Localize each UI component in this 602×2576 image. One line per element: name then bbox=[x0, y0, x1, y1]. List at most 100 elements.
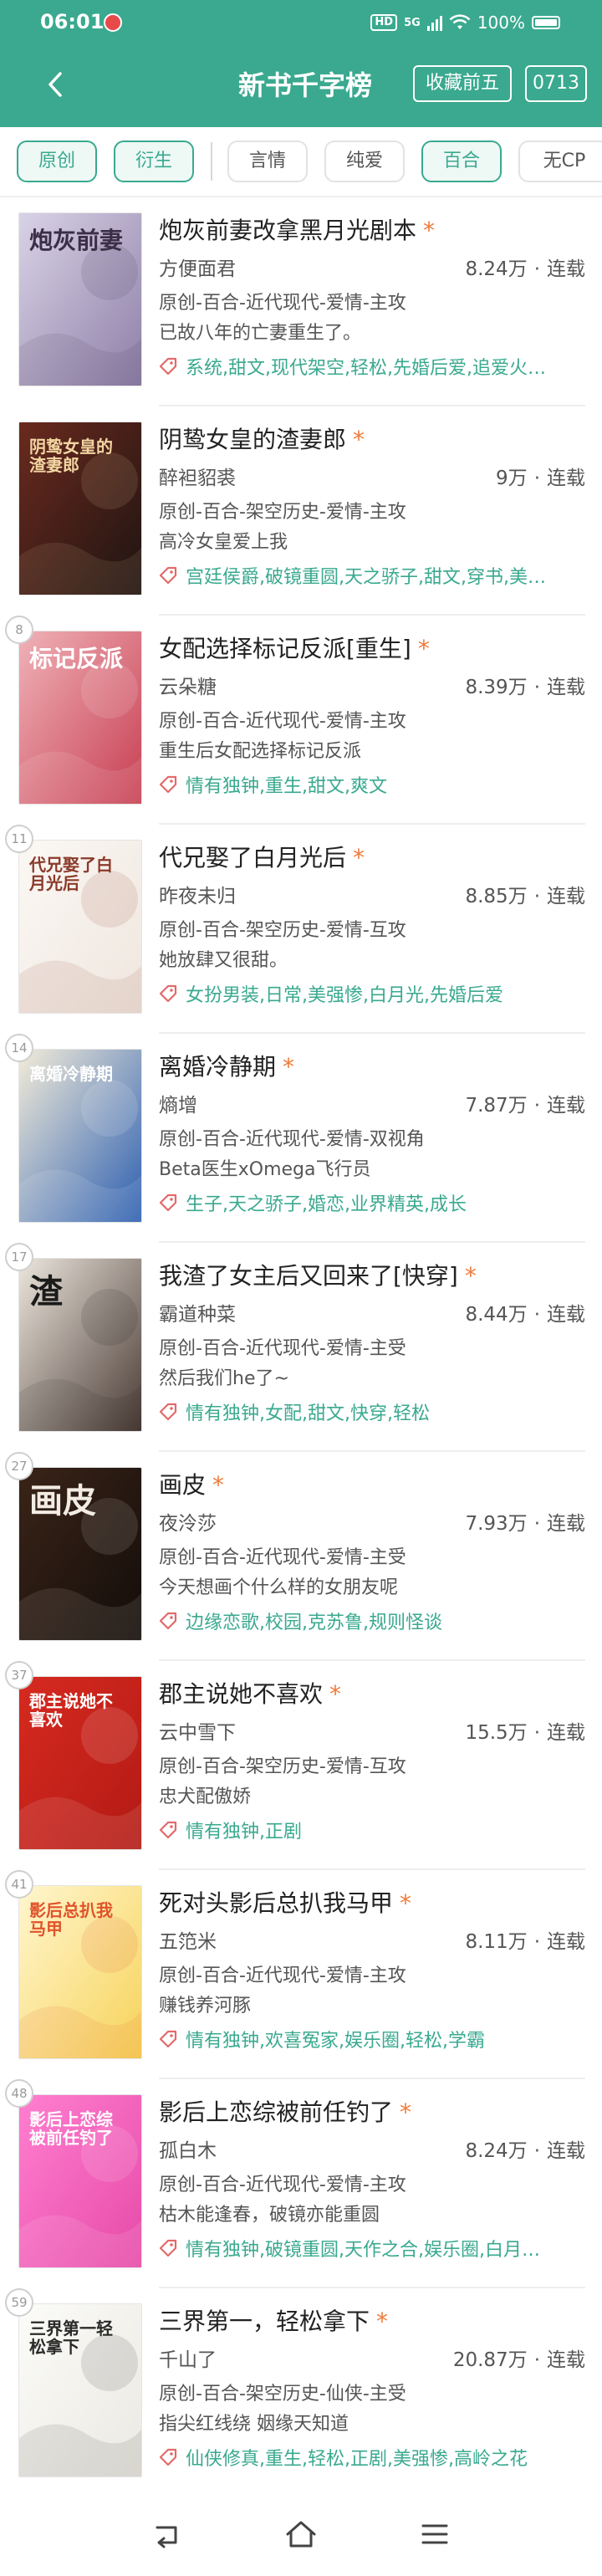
tag-icon bbox=[159, 357, 177, 376]
book-item[interactable]: 炮灰前妻 炮灰前妻改拿黑月光剧本 * 方便面君 8.24万 · 连载 原创-百合-近代… bbox=[0, 197, 602, 406]
book-author[interactable]: 五笵米 bbox=[159, 1925, 217, 1954]
book-genre: 原创-百合-近代现代-爱情-主受 bbox=[159, 1338, 406, 1359]
book-description: 她放肆又很甜。 bbox=[159, 950, 288, 971]
book-tags: 宫廷侯爵,破镜重圆,天之骄子,甜文,穿书,美… bbox=[159, 562, 585, 589]
book-title[interactable]: 三界第一，轻松拿下 * bbox=[159, 2303, 577, 2337]
status-indicators: HD 5G 100% bbox=[370, 10, 560, 35]
book-cover[interactable]: 炮灰前妻 bbox=[18, 212, 142, 386]
book-item[interactable]: 17 渣 我渣了女主后又回来了[快穿] * 霸道种菜 8.44万 · 连载 原创-百合… bbox=[0, 1243, 602, 1452]
book-author[interactable]: 云中雪下 bbox=[159, 1716, 236, 1745]
book-cover[interactable]: 郡主说她不喜欢 bbox=[18, 1676, 142, 1850]
rank-badge: 11 bbox=[5, 825, 33, 853]
book-title[interactable]: 画皮 * bbox=[159, 1467, 577, 1500]
word-count: 9万 bbox=[496, 468, 528, 489]
book-item[interactable]: 27 画皮 画皮 * 夜泠莎 7.93万 · 连载 原创-百合-近代现代-爱情-主受 … bbox=[0, 1452, 602, 1661]
book-cover[interactable]: 代兄娶了白月光后 bbox=[18, 840, 142, 1014]
book-cover[interactable]: 标记反派 bbox=[18, 631, 142, 805]
book-tags: 系统,甜文,现代架空,轻松,先婚后爱,追爱火… bbox=[159, 353, 585, 380]
filter-chip-derivative[interactable]: 衍生 bbox=[114, 141, 194, 182]
book-title[interactable]: 炮灰前妻改拿黑月光剧本 * bbox=[159, 212, 577, 246]
book-item[interactable]: 11 代兄娶了白月光后 代兄娶了白月光后 * 昨夜未归 8.85万 · 连载 原创-百… bbox=[0, 825, 602, 1034]
book-item[interactable]: 8 标记反派 女配选择标记反派[重生] * 云朵糖 8.39万 · 连载 原创-百合-… bbox=[0, 616, 602, 825]
book-title[interactable]: 影后上恋综被前任钓了 * bbox=[159, 2094, 577, 2128]
book-item[interactable]: 48 影后上恋综被前任钓了 影后上恋综被前任钓了 * 孤白木 8.24万 · 连载 原… bbox=[0, 2079, 602, 2288]
filter-bar: 原创 衍生 言情 纯爱 百合 无CP bbox=[0, 127, 602, 197]
book-stats: 7.87万 · 连载 bbox=[465, 1089, 585, 1117]
rank-badge: 59 bbox=[5, 2288, 33, 2317]
word-count: 7.93万 bbox=[465, 1513, 528, 1535]
book-cover[interactable]: 离婚冷静期 bbox=[18, 1049, 142, 1223]
book-author[interactable]: 云朵糖 bbox=[159, 671, 217, 699]
book-cover[interactable]: 渣 bbox=[18, 1258, 142, 1432]
book-cover[interactable]: 阴鸷女皇的渣妻郎 bbox=[18, 422, 142, 595]
book-author[interactable]: 醉袒貂裘 bbox=[159, 462, 236, 490]
serial-status: 连载 bbox=[547, 258, 585, 280]
word-count: 8.39万 bbox=[465, 677, 528, 698]
cover-title-text: 渣 bbox=[29, 1273, 63, 1311]
book-title[interactable]: 代兄娶了白月光后 * bbox=[159, 840, 577, 873]
cover-title-text: 郡主说她不喜欢 bbox=[29, 1691, 113, 1730]
book-author[interactable]: 霸道种菜 bbox=[159, 1298, 236, 1326]
tag-icon bbox=[159, 2030, 177, 2048]
book-cover[interactable]: 影后上恋综被前任钓了 bbox=[18, 2094, 142, 2268]
battery-percent: 100% bbox=[477, 13, 525, 33]
book-author[interactable]: 熵增 bbox=[159, 1089, 197, 1117]
serial-status: 连载 bbox=[547, 677, 585, 698]
book-cover[interactable]: 画皮 bbox=[18, 1467, 142, 1641]
date-select-button[interactable]: 0713 bbox=[525, 65, 587, 102]
book-tags-text: 女扮男装,日常,美强惨,白月光,先婚后爱 bbox=[186, 985, 503, 1006]
star-mark: * bbox=[376, 2308, 389, 2335]
book-stats: 8.24万 · 连载 bbox=[465, 253, 585, 281]
network-gen-label: 5G bbox=[404, 16, 421, 29]
favorite-top5-button[interactable]: 收藏前五 bbox=[413, 65, 512, 102]
book-cover[interactable]: 三界第一轻松拿下 bbox=[18, 2303, 142, 2477]
book-item[interactable]: 37 郡主说她不喜欢 郡主说她不喜欢 * 云中雪下 15.5万 · 连载 原创-百合-… bbox=[0, 1661, 602, 1870]
tag-icon bbox=[159, 2239, 177, 2257]
book-stats: 8.85万 · 连载 bbox=[465, 880, 585, 908]
book-title[interactable]: 死对头影后总扒我马甲 * bbox=[159, 1885, 577, 1919]
word-count: 8.44万 bbox=[465, 1304, 528, 1326]
filter-chip-romance[interactable]: 言情 bbox=[227, 141, 308, 182]
hd-badge: HD bbox=[370, 14, 398, 31]
book-author[interactable]: 夜泠莎 bbox=[159, 1507, 217, 1536]
book-title[interactable]: 女配选择标记反派[重生] * bbox=[159, 631, 577, 664]
star-mark: * bbox=[353, 426, 365, 453]
serial-status: 连载 bbox=[547, 1722, 585, 1744]
word-count: 7.87万 bbox=[465, 1095, 528, 1117]
book-title[interactable]: 我渣了女主后又回来了[快穿] * bbox=[159, 1258, 577, 1291]
filter-chip-gl[interactable]: 百合 bbox=[421, 141, 502, 182]
book-author[interactable]: 方便面君 bbox=[159, 253, 236, 281]
cover-title-text: 影后上恋综被前任钓了 bbox=[29, 2109, 113, 2148]
book-description: 今天想画个什么样的女朋友呢 bbox=[159, 1577, 399, 1598]
book-item[interactable]: 阴鸷女皇的渣妻郎 阴鸷女皇的渣妻郎 * 醉袒貂裘 9万 · 连载 原创-百合-架空历史… bbox=[0, 406, 602, 616]
book-item[interactable]: 59 三界第一轻松拿下 三界第一，轻松拿下 * 千山了 20.87万 · 连载 原创-… bbox=[0, 2288, 602, 2497]
filter-chip-bl[interactable]: 纯爱 bbox=[324, 141, 405, 182]
book-title-text: 画皮 bbox=[159, 1471, 207, 1499]
back-arrow-icon[interactable] bbox=[40, 64, 74, 105]
book-author[interactable]: 千山了 bbox=[159, 2343, 217, 2372]
book-author[interactable]: 孤白木 bbox=[159, 2134, 217, 2163]
book-description: 忠犬配傲娇 bbox=[159, 1786, 252, 1807]
book-cover[interactable]: 影后总扒我马甲 bbox=[18, 1885, 142, 2059]
book-item[interactable]: 41 影后总扒我马甲 死对头影后总扒我马甲 * 五笵米 8.11万 · 连载 原创-百… bbox=[0, 1870, 602, 2079]
rank-badge: 27 bbox=[5, 1452, 33, 1480]
filter-divider bbox=[211, 142, 212, 181]
filter-chip-nocp[interactable]: 无CP bbox=[518, 141, 602, 182]
book-title[interactable]: 郡主说她不喜欢 * bbox=[159, 1676, 577, 1710]
menu-icon[interactable] bbox=[415, 2514, 455, 2554]
book-author[interactable]: 昨夜未归 bbox=[159, 880, 236, 908]
recents-back-icon[interactable] bbox=[147, 2514, 187, 2554]
book-tags: 情有独钟,欢喜冤家,娱乐圈,轻松,学霸 bbox=[159, 2026, 585, 2052]
home-icon[interactable] bbox=[281, 2514, 321, 2554]
filter-chip-original[interactable]: 原创 bbox=[17, 141, 97, 182]
book-title[interactable]: 阴鸷女皇的渣妻郎 * bbox=[159, 422, 577, 455]
book-genre: 原创-百合-架空历史-爱情-互攻 bbox=[159, 1756, 406, 1777]
star-mark: * bbox=[283, 1053, 295, 1081]
notification-app-icon bbox=[104, 13, 122, 32]
book-stats: 20.87万 · 连载 bbox=[453, 2343, 585, 2372]
cover-title-text: 画皮 bbox=[29, 1482, 96, 1521]
book-item[interactable]: 14 离婚冷静期 离婚冷静期 * 熵增 7.87万 · 连载 原创-百合-近代现代-爱… bbox=[0, 1034, 602, 1243]
word-count: 8.11万 bbox=[465, 1931, 528, 1953]
book-title[interactable]: 离婚冷静期 * bbox=[159, 1049, 577, 1082]
book-tags-text: 情有独钟,女配,甜文,快穿,轻松 bbox=[186, 1403, 430, 1424]
